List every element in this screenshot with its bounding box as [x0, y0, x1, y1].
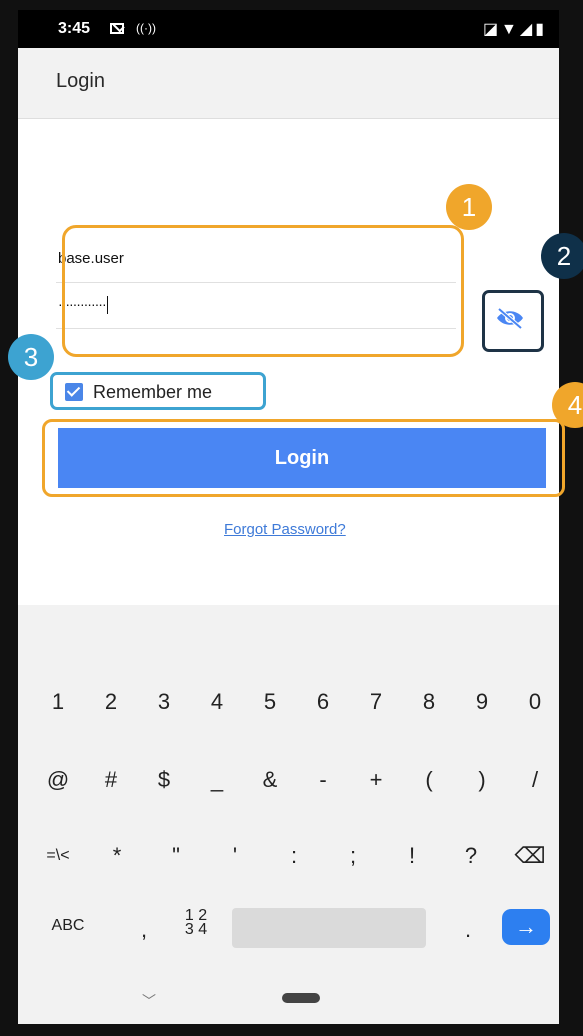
backspace-key[interactable]: ⌫ — [508, 843, 552, 869]
key[interactable]: ; — [331, 843, 375, 869]
key[interactable]: 6 — [301, 689, 345, 715]
key[interactable]: # — [89, 767, 133, 793]
hotspot-icon: ((·)) — [136, 21, 156, 35]
key[interactable]: " — [154, 843, 198, 869]
status-icons: ◪▼◢▮ — [482, 21, 547, 38]
remember-me-checkbox[interactable]: Remember me — [50, 372, 266, 410]
highlight-credentials — [62, 225, 464, 357]
numpad-key[interactable]: 1 2 3 4 — [174, 908, 218, 938]
key[interactable]: - — [301, 767, 345, 793]
key[interactable]: 4 — [195, 689, 239, 715]
key[interactable]: 8 — [407, 689, 451, 715]
key[interactable]: & — [248, 767, 292, 793]
key[interactable]: ) — [460, 767, 504, 793]
annotation-badge-1: 1 — [446, 184, 492, 230]
key[interactable]: 3 — [142, 689, 186, 715]
key[interactable]: 1 — [36, 689, 80, 715]
key[interactable]: / — [513, 767, 557, 793]
login-button[interactable]: Login — [58, 428, 546, 488]
status-bar: 3:45 ((·)) ◪▼◢▮ — [18, 10, 559, 48]
period-key[interactable]: . — [446, 917, 490, 943]
key[interactable]: ( — [407, 767, 451, 793]
key[interactable]: =\< — [36, 847, 80, 865]
key[interactable]: 7 — [354, 689, 398, 715]
space-key[interactable] — [232, 908, 426, 948]
comma-key[interactable]: , — [122, 917, 166, 943]
device-bezel-right — [559, 0, 583, 1036]
keyboard: 1 2 3 4 5 6 7 8 9 0 @ # $ _ & - + ( ) / … — [18, 605, 559, 1024]
eye-off-icon — [497, 307, 523, 330]
key[interactable]: ! — [390, 843, 434, 869]
device-bezel-top — [0, 0, 583, 10]
annotation-badge-2: 2 — [541, 233, 583, 279]
mail-icon — [110, 23, 124, 34]
device-bezel-left — [0, 0, 18, 1036]
abc-key[interactable]: ABC — [38, 917, 98, 935]
key[interactable]: * — [95, 843, 139, 869]
annotation-badge-3: 3 — [8, 334, 54, 380]
enter-key[interactable]: → — [502, 909, 550, 945]
home-pill[interactable] — [282, 993, 320, 1003]
forgot-password-link[interactable]: Forgot Password? — [224, 521, 346, 538]
key[interactable]: 9 — [460, 689, 504, 715]
key[interactable]: : — [272, 843, 316, 869]
key[interactable]: 2 — [89, 689, 133, 715]
device-bezel-bottom — [0, 1024, 583, 1036]
chevron-down-icon[interactable]: ﹀ — [142, 991, 156, 1011]
key[interactable]: @ — [36, 767, 80, 793]
checkbox-checked-icon — [65, 383, 83, 401]
key[interactable]: ' — [213, 843, 257, 869]
key[interactable]: _ — [195, 767, 239, 793]
key[interactable]: $ — [142, 767, 186, 793]
key[interactable]: ? — [449, 843, 493, 869]
status-time: 3:45 — [58, 20, 91, 37]
key[interactable]: 0 — [513, 689, 557, 715]
key[interactable]: 5 — [248, 689, 292, 715]
remember-me-label: Remember me — [93, 382, 213, 402]
page-title: Login — [56, 70, 105, 92]
app-bar: Login — [18, 48, 559, 119]
key[interactable]: + — [354, 767, 398, 793]
password-visibility-toggle[interactable] — [480, 288, 544, 352]
